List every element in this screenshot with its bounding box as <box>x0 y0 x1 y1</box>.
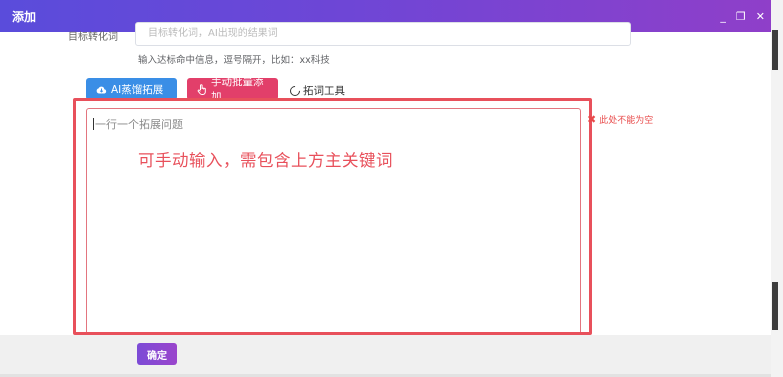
field-hint: 输入达标命中信息，逗号隔开，比如：xx科技 <box>138 55 330 66</box>
error-icon: ✖ <box>587 113 597 126</box>
ai-expand-button[interactable]: AI蒸馏拓展 <box>86 78 177 100</box>
dialog: 添加 _ ❐ ✕ 目标转化词 目标转化词，AI出现的结果词 输入达标命中信息，逗… <box>0 0 783 377</box>
minimize-icon[interactable]: _ <box>720 11 726 22</box>
refresh-icon <box>287 83 303 98</box>
validation-error: ✖ 此处不能为空 <box>587 113 653 126</box>
dialog-title: 添加 <box>12 9 37 24</box>
highlight-outline <box>73 98 592 335</box>
keyword-tool-link[interactable]: 拓词工具 <box>287 83 345 98</box>
top-field-label: 目标转化词 <box>68 32 118 43</box>
pointer-hand-icon <box>197 83 207 95</box>
target-keyword-input[interactable]: 目标转化词，AI出现的结果词 <box>135 22 631 46</box>
error-text: 此处不能为空 <box>599 116 654 126</box>
dialog-footer <box>0 335 771 377</box>
ai-expand-label: AI蒸馏拓展 <box>111 83 164 96</box>
close-icon[interactable]: ✕ <box>756 11 765 22</box>
manual-add-button[interactable]: 手动批量添加 <box>187 76 278 103</box>
maximize-icon[interactable]: ❐ <box>736 11 746 22</box>
confirm-button[interactable]: 确定 <box>137 343 177 365</box>
scrollbar-thumb[interactable] <box>772 30 778 70</box>
background-page-edge <box>771 0 783 377</box>
cloud-icon <box>96 85 107 94</box>
keyword-tool-label: 拓词工具 <box>303 85 345 97</box>
window-controls: _ ❐ ✕ <box>720 0 765 32</box>
scrollbar-thumb-lower[interactable] <box>772 282 778 330</box>
